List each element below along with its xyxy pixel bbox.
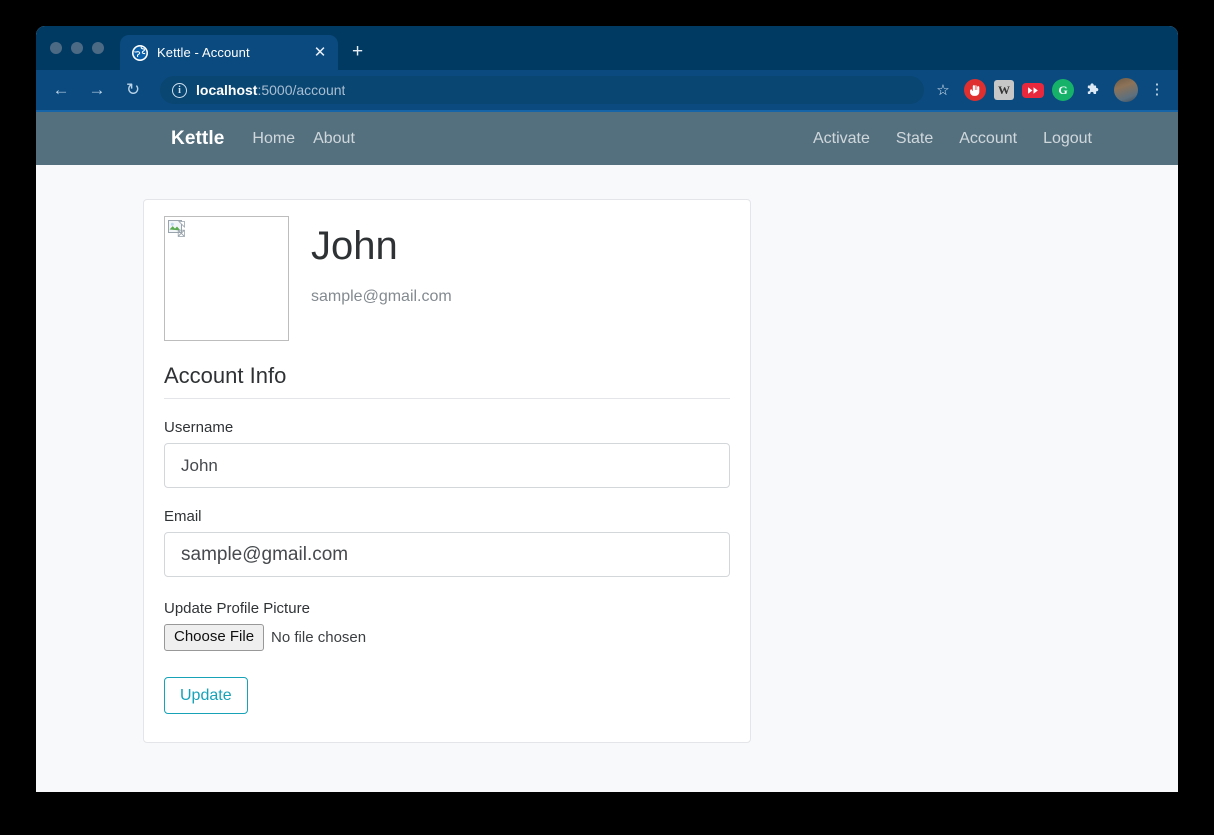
url-host: localhost	[196, 82, 258, 98]
nav-link-activate[interactable]: Activate	[813, 130, 870, 148]
forward-icon[interactable]: →	[80, 73, 114, 107]
username-input[interactable]	[164, 443, 730, 488]
url-text: localhost:5000/account	[196, 82, 345, 98]
email-group: Email	[164, 508, 730, 577]
wikipedia-icon[interactable]: W	[994, 80, 1014, 100]
tab-title: Kettle - Account	[157, 45, 250, 60]
file-input[interactable]: Choose File No file chosen	[164, 624, 730, 651]
adblock-icon[interactable]	[964, 79, 986, 101]
reload-icon[interactable]: ↻	[116, 73, 150, 107]
email-input[interactable]	[164, 532, 730, 577]
browser-toolbar: ← → ↻ i localhost:5000/account ☆ W G ⋮	[36, 70, 1178, 112]
back-icon[interactable]: ←	[44, 73, 78, 107]
browser-menu-icon[interactable]: ⋮	[1146, 83, 1168, 97]
profile-picture	[164, 216, 289, 341]
globe-icon	[132, 44, 148, 61]
account-header: John sample@gmail.com	[164, 216, 730, 341]
video-downloader-icon[interactable]	[1022, 82, 1044, 98]
site-info-icon[interactable]: i	[172, 82, 187, 98]
brand-kettle[interactable]: Kettle	[171, 128, 224, 150]
account-card: John sample@gmail.com Account Info Usern…	[143, 199, 751, 743]
nav-link-logout[interactable]: Logout	[1043, 130, 1092, 148]
nav-link-about[interactable]: About	[313, 130, 355, 148]
extensions-puzzle-icon[interactable]	[1082, 79, 1104, 101]
window-controls	[50, 26, 120, 70]
account-info-legend: Account Info	[164, 363, 730, 399]
account-info-form: Account Info Username Email Update Profi…	[164, 363, 730, 714]
user-name-heading: John	[311, 224, 398, 268]
nav-link-state[interactable]: State	[896, 130, 933, 148]
close-window-button[interactable]	[50, 42, 62, 54]
site-navbar: Kettle Home About Activate State Account…	[36, 112, 1178, 165]
grammarly-icon[interactable]: G	[1052, 79, 1074, 101]
address-bar[interactable]: i localhost:5000/account	[160, 76, 924, 104]
maximize-window-button[interactable]	[92, 42, 104, 54]
username-group: Username	[164, 419, 730, 488]
broken-image-icon	[168, 220, 186, 237]
close-tab-icon[interactable]: ✕	[312, 45, 328, 60]
content-area: John sample@gmail.com Account Info Usern…	[36, 165, 1178, 743]
navbar-left-group: Kettle Home About	[171, 128, 373, 150]
browser-tab-kettle-account[interactable]: Kettle - Account ✕	[120, 35, 338, 70]
bookmark-star-icon[interactable]: ☆	[930, 81, 956, 99]
nav-link-home[interactable]: Home	[252, 130, 295, 148]
account-identity: John sample@gmail.com	[311, 216, 452, 306]
choose-file-button[interactable]: Choose File	[164, 624, 265, 651]
nav-link-account[interactable]: Account	[959, 130, 1017, 148]
update-button[interactable]: Update	[164, 676, 248, 714]
tab-strip: Kettle - Account ✕ +	[36, 26, 1178, 70]
new-tab-button[interactable]: +	[352, 42, 363, 61]
upload-picture-label: Update Profile Picture	[164, 600, 310, 617]
avatar[interactable]	[1114, 78, 1138, 102]
navbar-inner: Kettle Home About Activate State Account…	[36, 128, 1136, 150]
user-email-text: sample@gmail.com	[311, 288, 452, 305]
profile-picture-upload-group: Update Profile Picture Choose File No fi…	[164, 600, 730, 651]
minimize-window-button[interactable]	[71, 42, 83, 54]
email-label: Email	[164, 508, 202, 525]
username-label: Username	[164, 419, 234, 436]
browser-window: Kettle - Account ✕ + ← → ↻ i localhost:5…	[36, 26, 1178, 792]
navbar-right-group: Activate State Account Logout	[787, 130, 1092, 148]
url-path: :5000/account	[257, 82, 346, 98]
file-status-text: No file chosen	[271, 628, 367, 646]
page-viewport: Kettle Home About Activate State Account…	[36, 112, 1178, 792]
